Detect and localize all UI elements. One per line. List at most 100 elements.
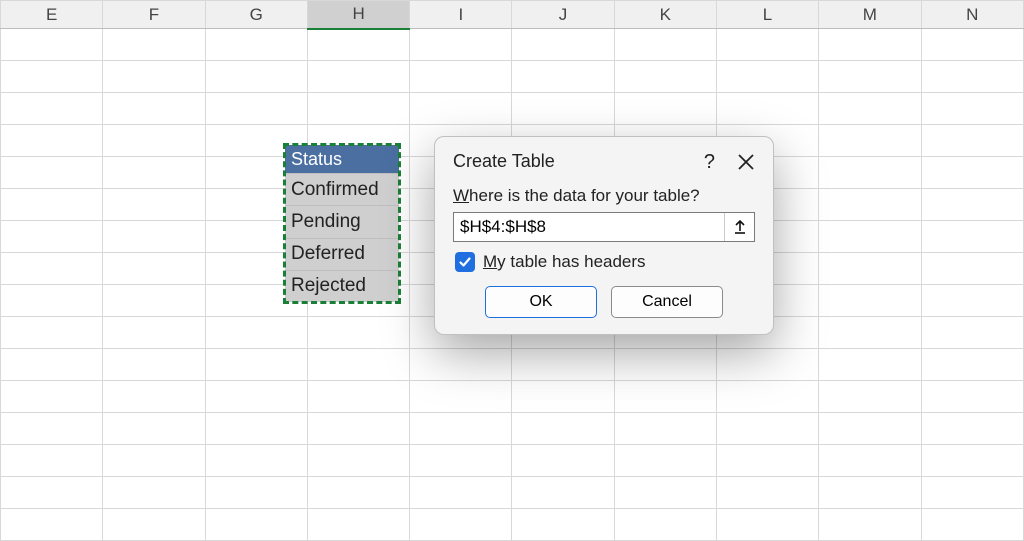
cell[interactable] <box>1 157 103 189</box>
cell[interactable] <box>103 317 205 349</box>
cell[interactable] <box>1 509 103 541</box>
col-header[interactable]: M <box>819 1 921 29</box>
cell[interactable] <box>921 509 1023 541</box>
cell[interactable] <box>103 381 205 413</box>
ok-button[interactable]: OK <box>485 286 597 318</box>
cell[interactable] <box>921 285 1023 317</box>
selection-cell[interactable]: Confirmed <box>285 173 399 205</box>
cell[interactable] <box>103 253 205 285</box>
cell[interactable] <box>1 285 103 317</box>
cell[interactable] <box>205 317 307 349</box>
cell[interactable] <box>205 61 307 93</box>
cell[interactable] <box>205 445 307 477</box>
cell[interactable] <box>307 349 409 381</box>
cell[interactable] <box>512 381 614 413</box>
col-header[interactable]: N <box>921 1 1023 29</box>
range-input[interactable] <box>454 213 724 241</box>
close-button[interactable] <box>737 153 755 171</box>
cell[interactable] <box>512 445 614 477</box>
cell[interactable] <box>103 509 205 541</box>
cell[interactable] <box>512 29 614 61</box>
cell[interactable] <box>103 93 205 125</box>
cell[interactable] <box>205 381 307 413</box>
cell[interactable] <box>103 157 205 189</box>
cell[interactable] <box>614 349 716 381</box>
col-header[interactable]: F <box>103 1 205 29</box>
cell[interactable] <box>614 381 716 413</box>
cell[interactable] <box>819 29 921 61</box>
cell[interactable] <box>716 93 818 125</box>
cell[interactable] <box>921 253 1023 285</box>
col-header[interactable]: L <box>716 1 818 29</box>
cell[interactable] <box>921 29 1023 61</box>
cell[interactable] <box>614 93 716 125</box>
cell[interactable] <box>716 509 818 541</box>
cell[interactable] <box>614 413 716 445</box>
cell[interactable] <box>614 477 716 509</box>
cell[interactable] <box>819 381 921 413</box>
cell[interactable] <box>1 445 103 477</box>
cell[interactable] <box>819 93 921 125</box>
cell[interactable] <box>1 477 103 509</box>
cell[interactable] <box>1 221 103 253</box>
cell[interactable] <box>1 29 103 61</box>
cell[interactable] <box>819 477 921 509</box>
cell[interactable] <box>716 477 818 509</box>
cell[interactable] <box>410 413 512 445</box>
cell[interactable] <box>921 125 1023 157</box>
cell[interactable] <box>307 445 409 477</box>
cell[interactable] <box>614 509 716 541</box>
cell[interactable] <box>205 509 307 541</box>
selection-cell[interactable]: Deferred <box>285 238 399 270</box>
cell[interactable] <box>1 317 103 349</box>
cell[interactable] <box>819 349 921 381</box>
cell[interactable] <box>512 477 614 509</box>
cell[interactable] <box>921 317 1023 349</box>
cell[interactable] <box>921 189 1023 221</box>
col-header[interactable]: K <box>614 1 716 29</box>
cell[interactable] <box>307 93 409 125</box>
cell[interactable] <box>410 445 512 477</box>
cell[interactable] <box>921 349 1023 381</box>
cell[interactable] <box>921 93 1023 125</box>
cell[interactable] <box>205 477 307 509</box>
cell[interactable] <box>716 61 818 93</box>
selection-cell[interactable]: Rejected <box>285 270 399 302</box>
cell[interactable] <box>103 125 205 157</box>
cell[interactable] <box>205 349 307 381</box>
cell[interactable] <box>819 413 921 445</box>
selection-header-cell[interactable]: Status <box>285 145 399 173</box>
cell[interactable] <box>819 509 921 541</box>
cell[interactable] <box>1 125 103 157</box>
col-header[interactable]: G <box>205 1 307 29</box>
cell[interactable] <box>716 29 818 61</box>
cell[interactable] <box>103 413 205 445</box>
cell[interactable] <box>1 381 103 413</box>
cell[interactable] <box>1 189 103 221</box>
cell[interactable] <box>307 61 409 93</box>
cell[interactable] <box>512 93 614 125</box>
headers-checkbox[interactable] <box>455 252 475 272</box>
col-header-active[interactable]: H <box>307 1 409 29</box>
cell[interactable] <box>307 317 409 349</box>
col-header[interactable]: E <box>1 1 103 29</box>
cell[interactable] <box>410 509 512 541</box>
cell[interactable] <box>1 253 103 285</box>
cell[interactable] <box>921 221 1023 253</box>
cell[interactable] <box>819 285 921 317</box>
cell[interactable] <box>307 509 409 541</box>
cell[interactable] <box>103 221 205 253</box>
cell[interactable] <box>307 381 409 413</box>
cell[interactable] <box>307 477 409 509</box>
selected-range-cells[interactable]: Status Confirmed Pending Deferred Reject… <box>285 145 399 302</box>
cell[interactable] <box>103 189 205 221</box>
help-button[interactable]: ? <box>704 152 715 172</box>
cell[interactable] <box>921 381 1023 413</box>
cell[interactable] <box>921 61 1023 93</box>
cell[interactable] <box>819 317 921 349</box>
cell[interactable] <box>103 445 205 477</box>
cell[interactable] <box>512 349 614 381</box>
cell[interactable] <box>1 61 103 93</box>
cell[interactable] <box>614 61 716 93</box>
cell[interactable] <box>716 381 818 413</box>
